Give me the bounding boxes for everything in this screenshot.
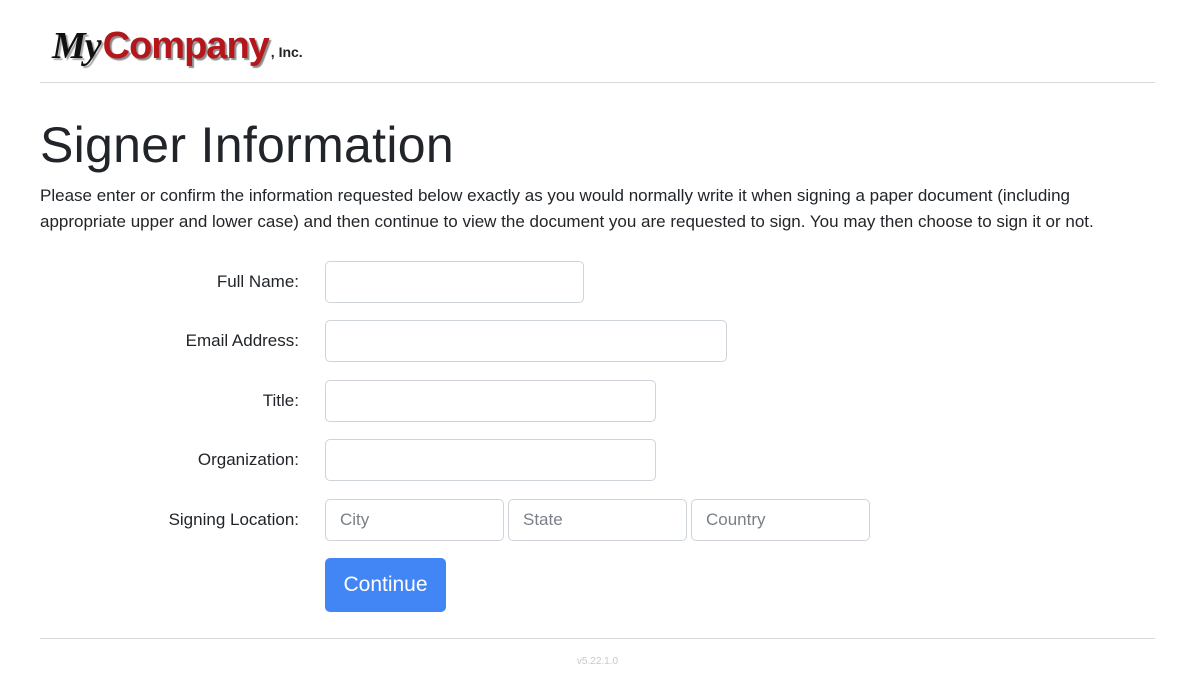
email-row: Email Address: xyxy=(0,320,1195,362)
email-input[interactable] xyxy=(325,320,727,362)
footer-divider xyxy=(40,638,1155,639)
state-input[interactable] xyxy=(508,499,687,541)
full-name-input[interactable] xyxy=(325,261,584,303)
logo-inc-text: , Inc. xyxy=(270,44,303,60)
title-input[interactable] xyxy=(325,380,656,422)
intro-paragraph: Please enter or confirm the information … xyxy=(40,186,1094,231)
company-logo: My Company , Inc. xyxy=(52,14,303,66)
full-name-label: Full Name: xyxy=(216,272,299,291)
country-input[interactable] xyxy=(691,499,870,541)
organization-row: Organization: xyxy=(0,439,1195,481)
signing-location-row: Signing Location: xyxy=(0,499,1195,541)
email-label: Email Address: xyxy=(185,331,299,350)
header-divider xyxy=(40,82,1155,83)
version-label: v5.22.1.0 xyxy=(576,656,619,667)
title-row: Title: xyxy=(0,380,1195,422)
logo-my-text: My xyxy=(52,25,102,67)
page-title: Signer Information xyxy=(40,117,454,173)
continue-button[interactable]: Continue xyxy=(325,558,446,612)
organization-input[interactable] xyxy=(325,439,656,481)
city-input[interactable] xyxy=(325,499,504,541)
signing-location-label: Signing Location: xyxy=(168,510,299,529)
organization-label: Organization: xyxy=(197,450,299,469)
full-name-row: Full Name: xyxy=(0,261,1195,303)
signer-information-page: My Company , Inc. Signer Information Ple… xyxy=(0,0,1195,692)
title-label: Title: xyxy=(262,391,299,410)
logo-company-text: Company xyxy=(102,25,270,67)
